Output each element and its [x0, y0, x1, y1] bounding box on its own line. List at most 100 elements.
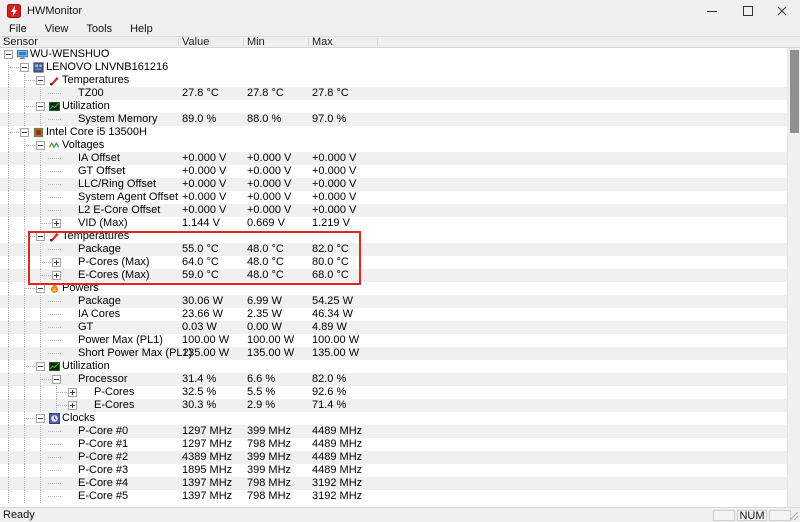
tree-row[interactable]: Short Power Max (PL2)135.00 W135.00 W135… — [0, 347, 787, 360]
expander-plus-icon[interactable] — [52, 271, 61, 280]
column-separator[interactable] — [178, 38, 179, 46]
minimize-button[interactable] — [695, 0, 730, 22]
sensor-min: 798 MHz — [247, 490, 291, 503]
tree-guide-line — [57, 392, 67, 393]
tree-guide-line — [24, 217, 25, 230]
tree-row[interactable]: Processor31.4 %6.6 %82.0 % — [0, 373, 787, 386]
tree-row[interactable]: E-Core #41397 MHz798 MHz3192 MHz — [0, 477, 787, 490]
column-max[interactable]: Max — [312, 37, 333, 48]
expander-minus-icon[interactable] — [4, 50, 13, 59]
tree-row[interactable]: Package30.06 W6.99 W54.25 W — [0, 295, 787, 308]
sensor-max: 4489 MHz — [312, 464, 362, 477]
sensor-label: E-Cores — [94, 399, 134, 412]
sensor-max: 82.0 % — [312, 373, 346, 386]
resize-grip-icon[interactable] — [787, 509, 799, 521]
expander-plus-icon[interactable] — [52, 219, 61, 228]
tree-row[interactable]: VID (Max)1.144 V0.669 V1.219 V — [0, 217, 787, 230]
tree-row[interactable]: IA Offset+0.000 V+0.000 V+0.000 V — [0, 152, 787, 165]
tree-guide-line — [40, 347, 41, 360]
sensor-label: Powers — [62, 282, 99, 295]
sensor-label: Voltages — [62, 139, 104, 152]
tree-row[interactable]: Power Max (PL1)100.00 W100.00 W100.00 W — [0, 334, 787, 347]
tree-row[interactable]: P-Core #01297 MHz399 MHz4489 MHz — [0, 425, 787, 438]
expander-plus-icon[interactable] — [68, 401, 77, 410]
tree-row[interactable]: Clocks — [0, 412, 787, 425]
sensor-value: 4389 MHz — [182, 451, 232, 464]
sensor-min: 2.9 % — [247, 399, 275, 412]
tree-guide-line — [8, 451, 9, 464]
tree-row[interactable]: Utilization — [0, 360, 787, 373]
sensor-label: Package — [78, 243, 121, 256]
column-separator[interactable] — [377, 38, 378, 46]
expander-minus-icon[interactable] — [20, 63, 29, 72]
tree-row[interactable]: GT Offset+0.000 V+0.000 V+0.000 V — [0, 165, 787, 178]
column-separator[interactable] — [243, 38, 244, 46]
tree-row[interactable]: E-Cores30.3 %2.9 %71.4 % — [0, 399, 787, 412]
tree-guide-line — [8, 256, 9, 269]
tree-row[interactable]: E-Core #51397 MHz798 MHz3192 MHz — [0, 490, 787, 503]
expander-minus-icon[interactable] — [52, 375, 61, 384]
tree-guide-line — [8, 100, 9, 113]
sensor-min: 0.00 W — [247, 321, 282, 334]
tree-row[interactable]: LENOVO LNVNB161216 — [0, 61, 787, 74]
tree-row[interactable]: E-Cores (Max)59.0 °C48.0 °C68.0 °C — [0, 269, 787, 282]
expander-minus-icon[interactable] — [36, 232, 45, 241]
title-bar[interactable]: HWMonitor — [0, 0, 800, 22]
expander-minus-icon[interactable] — [36, 76, 45, 85]
tree-row[interactable]: GT0.03 W0.00 W4.89 W — [0, 321, 787, 334]
tree-guide-line — [41, 275, 51, 276]
sensor-label: Utilization — [62, 100, 110, 113]
tree-guide-line — [8, 191, 9, 204]
tree-row[interactable]: LLC/Ring Offset+0.000 V+0.000 V+0.000 V — [0, 178, 787, 191]
expander-minus-icon[interactable] — [36, 141, 45, 150]
expander-plus-icon[interactable] — [68, 388, 77, 397]
tree-row[interactable]: TZ0027.8 °C27.8 °C27.8 °C — [0, 87, 787, 100]
tree-row[interactable]: Powers — [0, 282, 787, 295]
column-sensor[interactable]: Sensor — [3, 37, 38, 48]
maximize-button[interactable] — [730, 0, 765, 22]
tree-row[interactable]: L2 E-Core Offset+0.000 V+0.000 V+0.000 V — [0, 204, 787, 217]
menu-tools[interactable]: Tools — [77, 22, 121, 36]
sensor-value: 1297 MHz — [182, 425, 232, 438]
tree-guide-line — [48, 119, 61, 120]
sensor-value: +0.000 V — [182, 191, 226, 204]
tree-row[interactable]: P-Core #11297 MHz798 MHz4489 MHz — [0, 438, 787, 451]
expander-plus-icon[interactable] — [52, 258, 61, 267]
expander-minus-icon[interactable] — [36, 102, 45, 111]
expander-minus-icon[interactable] — [20, 128, 29, 137]
tree-row[interactable]: P-Core #31895 MHz399 MHz4489 MHz — [0, 464, 787, 477]
sensor-min: +0.000 V — [247, 165, 291, 178]
column-separator[interactable] — [308, 38, 309, 46]
expander-minus-icon[interactable] — [36, 284, 45, 293]
sensor-min: 399 MHz — [247, 464, 291, 477]
tree-row[interactable]: System Memory89.0 %88.0 %97.0 % — [0, 113, 787, 126]
menu-file[interactable]: File — [0, 22, 36, 36]
sensor-label: IA Cores — [78, 308, 120, 321]
status-text: Ready — [3, 508, 35, 522]
menu-view[interactable]: View — [36, 22, 78, 36]
expander-minus-icon[interactable] — [36, 362, 45, 371]
tree-row[interactable]: Voltages — [0, 139, 787, 152]
sensor-label: System Agent Offset — [78, 191, 178, 204]
tree-row[interactable]: P-Cores (Max)64.0 °C48.0 °C80.0 °C — [0, 256, 787, 269]
vertical-scrollbar[interactable] — [787, 48, 800, 507]
expander-minus-icon[interactable] — [36, 414, 45, 423]
tree-row[interactable]: WU-WENSHUO — [0, 48, 787, 61]
tree-row[interactable]: System Agent Offset+0.000 V+0.000 V+0.00… — [0, 191, 787, 204]
close-button[interactable] — [765, 0, 800, 22]
tree-row[interactable]: Package55.0 °C48.0 °C82.0 °C — [0, 243, 787, 256]
tree-row[interactable]: Utilization — [0, 100, 787, 113]
tree-row[interactable]: Intel Core i5 13500H — [0, 126, 787, 139]
tree-row[interactable]: Temperatures — [0, 230, 787, 243]
tree-row[interactable]: IA Cores23.66 W2.35 W46.34 W — [0, 308, 787, 321]
menu-help[interactable]: Help — [121, 22, 162, 36]
sensor-min: 48.0 °C — [247, 256, 284, 269]
tree-row[interactable]: P-Cores32.5 %5.5 %92.6 % — [0, 386, 787, 399]
sensor-max: 46.34 W — [312, 308, 353, 321]
column-min[interactable]: Min — [247, 37, 265, 48]
tree-row[interactable]: Temperatures — [0, 74, 787, 87]
tree-guide-line — [48, 210, 61, 211]
scrollbar-thumb[interactable] — [790, 50, 799, 133]
column-value[interactable]: Value — [182, 37, 209, 48]
tree-row[interactable]: P-Core #24389 MHz399 MHz4489 MHz — [0, 451, 787, 464]
